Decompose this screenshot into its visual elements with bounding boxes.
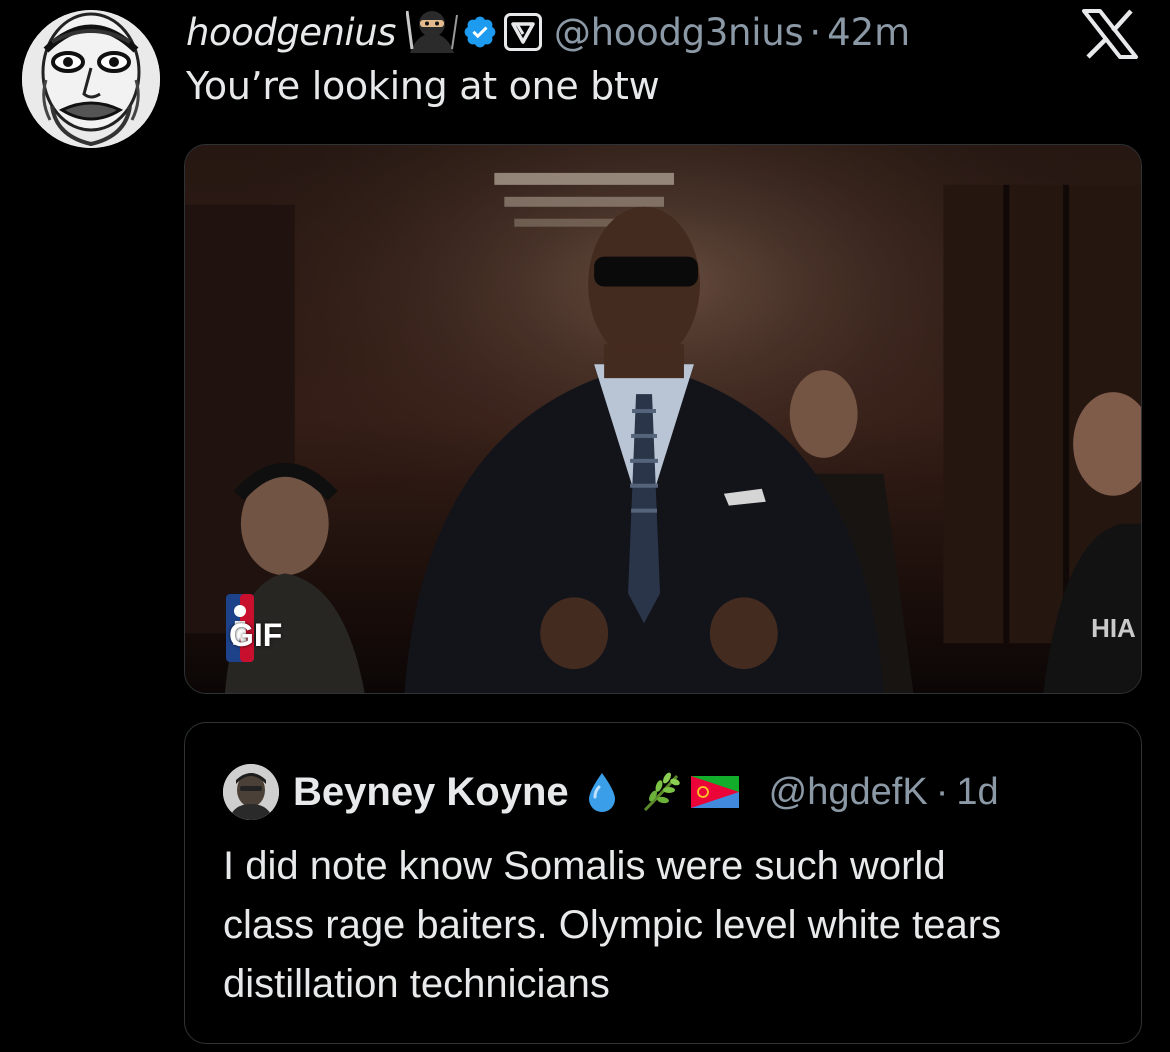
tweet-screenshot: hoodgenius @hoodg3nius · 42m You’re look…	[0, 0, 1170, 1052]
herb-emoji-icon	[639, 770, 683, 814]
separator-dot: ·	[809, 10, 822, 54]
quoted-author-avatar[interactable]	[223, 764, 279, 820]
ninja-emoji-icon	[405, 9, 458, 55]
x-logo-icon	[1080, 8, 1140, 60]
tweet-gif-media[interactable]: HIA GIF	[184, 144, 1142, 694]
avatar-sketch-image	[22, 10, 160, 148]
quoted-tweet-card[interactable]: Beyney Koyne @hgdefK · 1d I did note kno…	[184, 722, 1142, 1044]
quoted-tweet-timestamp[interactable]: 1d	[956, 771, 998, 814]
quoted-text-line: class rage baiters. Olympic level white …	[223, 903, 1002, 947]
gif-badge: GIF	[229, 617, 283, 653]
quoted-author-handle[interactable]: @hgdefK	[769, 771, 928, 814]
tweet-header: hoodgenius @hoodg3nius · 42m	[186, 6, 910, 58]
eritrea-flag-icon	[690, 776, 739, 808]
quoted-text-line: I did note know Somalis were such world	[223, 844, 946, 888]
verified-badge-icon[interactable]	[462, 14, 498, 50]
author-avatar[interactable]	[22, 10, 160, 148]
author-display-name[interactable]: hoodgenius	[186, 11, 396, 54]
quoted-tweet-header: Beyney Koyne @hgdefK · 1d	[223, 763, 999, 821]
tweet-timestamp[interactable]: 42m	[827, 11, 910, 54]
quoted-author-display-name[interactable]: Beyney Koyne	[293, 770, 569, 815]
affiliate-badge-icon[interactable]	[503, 13, 542, 51]
quoted-avatar-photo	[223, 764, 279, 820]
quoted-tweet-text: I did note know Somalis were such world …	[223, 837, 1123, 1014]
author-handle[interactable]: @hoodg3nius	[554, 11, 804, 54]
quoted-separator-dot: ·	[935, 770, 949, 813]
droplet-emoji-icon	[585, 771, 619, 813]
gif-frame-image: HIA	[185, 145, 1141, 693]
tweet-text: You’re looking at one btw	[186, 64, 660, 108]
quoted-text-line: distillation technicians	[223, 962, 610, 1006]
